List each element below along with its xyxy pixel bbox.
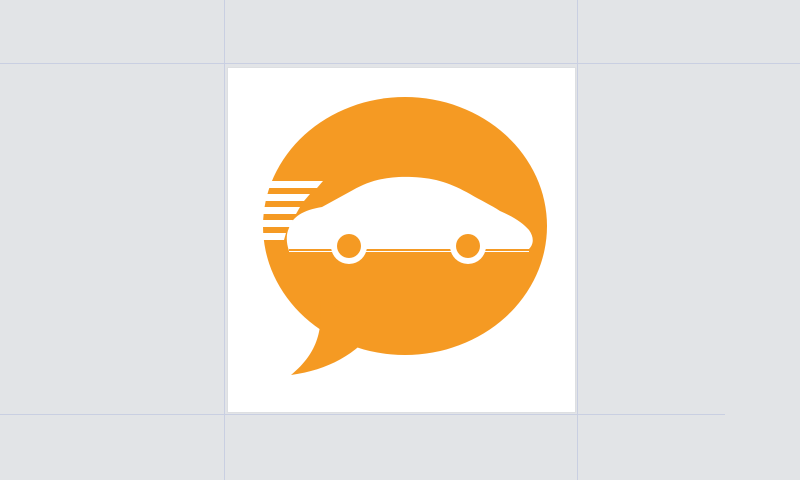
horizontal-guide-bottom [0,414,725,415]
logo-artboard[interactable] [228,68,575,412]
horizontal-guide-top [0,63,800,64]
design-canvas [0,0,800,480]
car-speech-bubble-icon [242,97,547,375]
vertical-guide-left [224,0,225,480]
vertical-guide-right [577,0,578,480]
